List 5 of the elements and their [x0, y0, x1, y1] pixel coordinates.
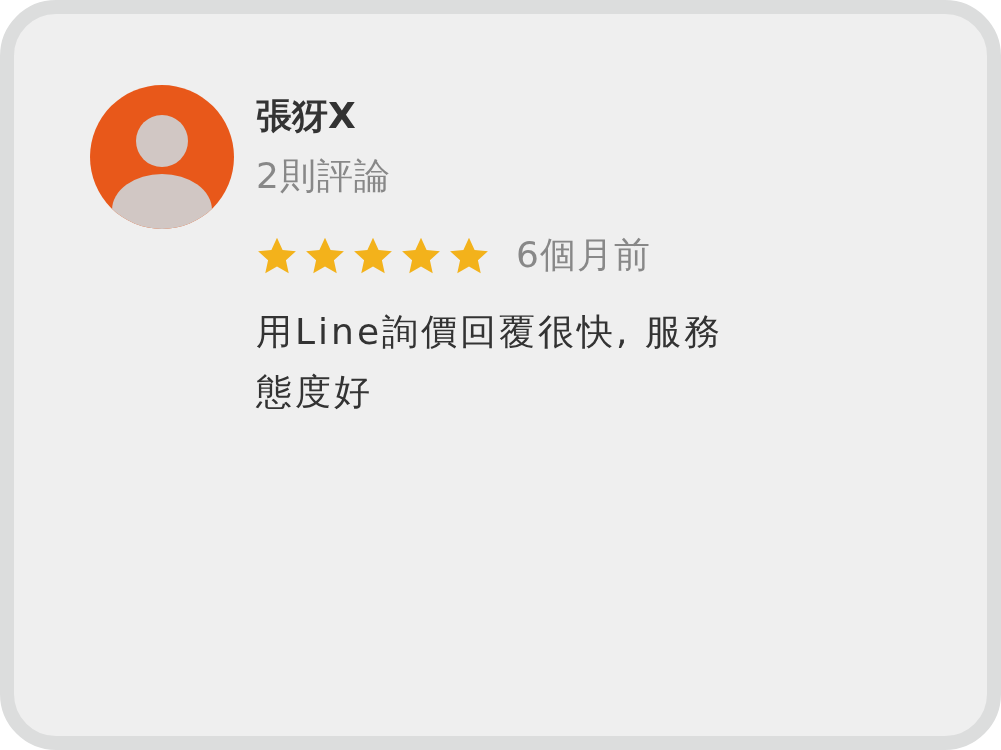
review-text: 用Line詢價回覆很快, 服務態度好 [256, 310, 724, 414]
reviewer-name: 張犽X [256, 94, 357, 138]
avatar-icon [90, 85, 234, 229]
review-count: 2則評論 [256, 154, 392, 198]
review-time: 6個月前 [516, 233, 651, 277]
